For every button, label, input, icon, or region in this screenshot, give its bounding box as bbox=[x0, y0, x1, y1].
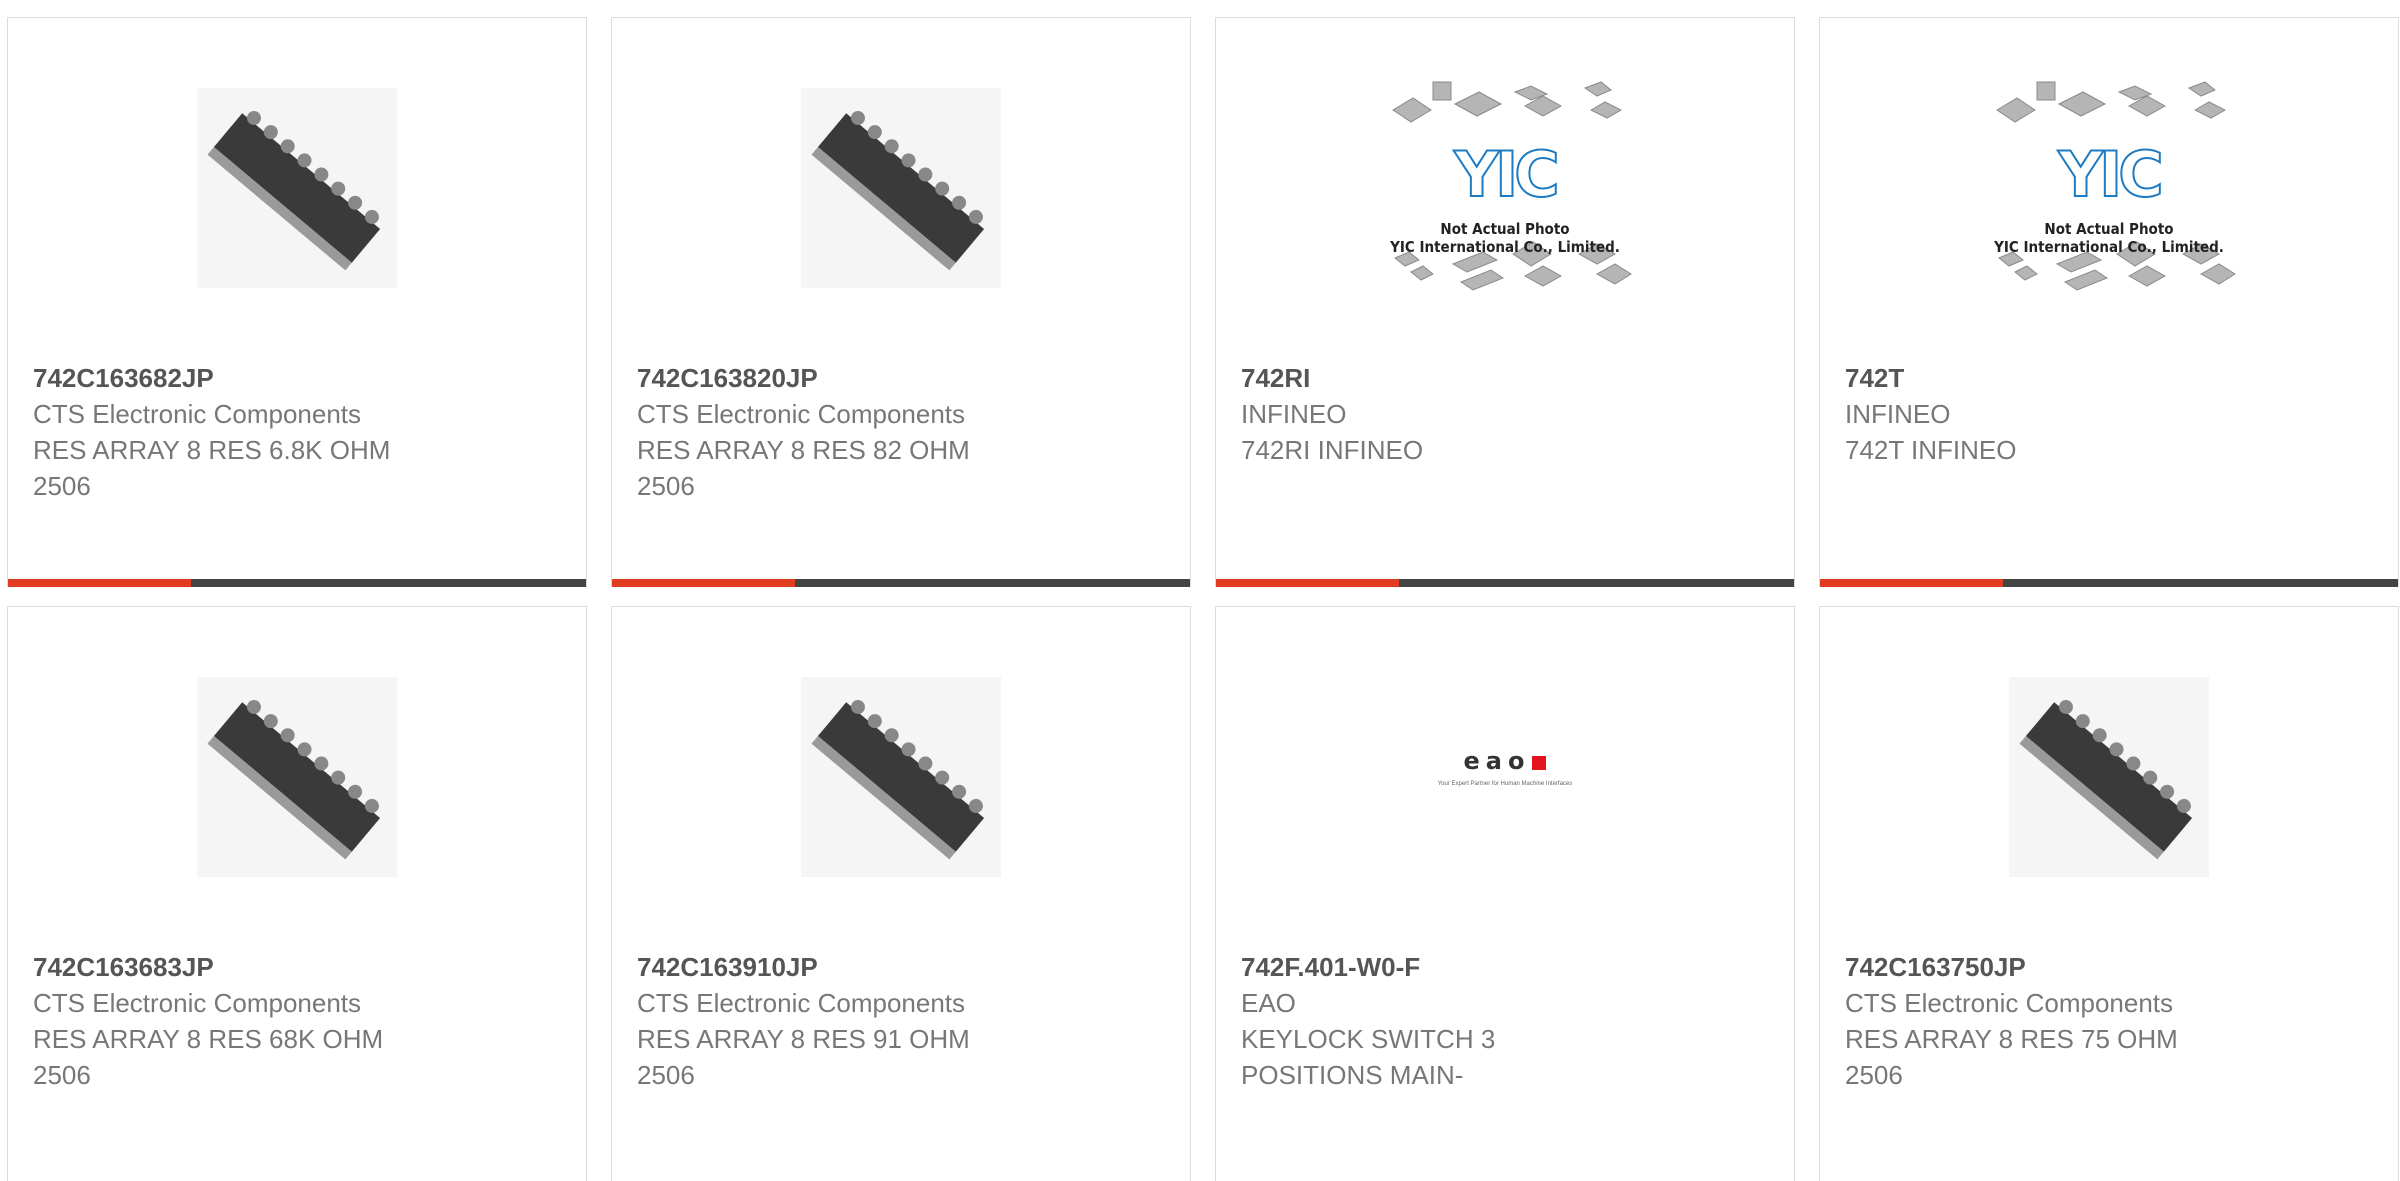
product-card[interactable]: 742C163682JP CTS Electronic Components R… bbox=[7, 17, 587, 587]
product-image[interactable] bbox=[1820, 607, 2398, 947]
card-bar bbox=[1216, 579, 1794, 587]
resistor-array-image bbox=[801, 88, 1001, 288]
product-image[interactable] bbox=[8, 607, 586, 947]
manufacturer: EAO bbox=[1241, 988, 1296, 1018]
part-number[interactable]: 742C163910JP bbox=[637, 949, 1165, 985]
product-image[interactable]: eao Your Expert Partner for Human Machin… bbox=[1216, 607, 1794, 947]
product-image[interactable]: YIC Not Actual Photo YIC International C… bbox=[1820, 18, 2398, 358]
card-bar bbox=[1820, 579, 2398, 587]
description-2: 2506 bbox=[637, 1060, 695, 1090]
card-bar-accent bbox=[1820, 579, 2003, 587]
product-card[interactable]: 742C163683JP CTS Electronic Components R… bbox=[7, 606, 587, 1181]
description: RES ARRAY 8 RES 75 OHM bbox=[1845, 1024, 2178, 1054]
description-2: 2506 bbox=[33, 1060, 91, 1090]
product-card[interactable]: 742C163820JP CTS Electronic Components R… bbox=[611, 17, 1191, 587]
card-bar-accent bbox=[1216, 579, 1399, 587]
product-card[interactable]: eao Your Expert Partner for Human Machin… bbox=[1215, 606, 1795, 1181]
yic-logo: YIC bbox=[2057, 137, 2164, 212]
yic-placeholder-image: YIC Not Actual Photo YIC International C… bbox=[1979, 68, 2239, 308]
yic-placeholder-image: YIC Not Actual Photo YIC International C… bbox=[1375, 68, 1635, 308]
manufacturer: CTS Electronic Components bbox=[637, 399, 966, 429]
description: RES ARRAY 8 RES 68K OHM bbox=[33, 1024, 384, 1054]
resistor-array-image bbox=[197, 88, 397, 288]
part-number[interactable]: 742C163682JP bbox=[33, 360, 561, 396]
manufacturer: CTS Electronic Components bbox=[637, 988, 966, 1018]
description: RES ARRAY 8 RES 91 OHM bbox=[637, 1024, 970, 1054]
product-image[interactable] bbox=[612, 18, 1190, 358]
product-card[interactable]: 742C163910JP CTS Electronic Components R… bbox=[611, 606, 1191, 1181]
description: 742T INFINEO bbox=[1845, 435, 2017, 465]
resistor-array-image bbox=[197, 677, 397, 877]
manufacturer: CTS Electronic Components bbox=[33, 988, 362, 1018]
resistor-array-image bbox=[801, 677, 1001, 877]
manufacturer: INFINEO bbox=[1241, 399, 1347, 429]
product-image[interactable] bbox=[8, 18, 586, 358]
product-image[interactable] bbox=[612, 607, 1190, 947]
product-card[interactable]: YIC Not Actual Photo YIC International C… bbox=[1819, 17, 2399, 587]
eao-logo: eao bbox=[1400, 747, 1610, 775]
product-card[interactable]: 742C163750JP CTS Electronic Components R… bbox=[1819, 606, 2399, 1181]
description-2: 2506 bbox=[1845, 1060, 1903, 1090]
description: RES ARRAY 8 RES 82 OHM bbox=[637, 435, 970, 465]
description: RES ARRAY 8 RES 6.8K OHM bbox=[33, 435, 391, 465]
part-number[interactable]: 742C163683JP bbox=[33, 949, 561, 985]
part-number[interactable]: 742T bbox=[1845, 360, 2373, 396]
part-number[interactable]: 742F.401-W0-F bbox=[1241, 949, 1769, 985]
card-bar-accent bbox=[612, 579, 795, 587]
manufacturer: CTS Electronic Components bbox=[1845, 988, 2174, 1018]
part-number[interactable]: 742RI bbox=[1241, 360, 1769, 396]
description: 742RI INFINEO bbox=[1241, 435, 1424, 465]
yic-logo: YIC bbox=[1453, 137, 1560, 212]
card-bar bbox=[612, 579, 1190, 587]
eao-logo-word: eao bbox=[1463, 747, 1531, 775]
resistor-array-image bbox=[2009, 677, 2209, 877]
placeholder-company: YIC International Co., Limited. bbox=[1994, 238, 2224, 256]
description: KEYLOCK SWITCH 3 bbox=[1241, 1024, 1496, 1054]
manufacturer: INFINEO bbox=[1845, 399, 1951, 429]
placeholder-company: YIC International Co., Limited. bbox=[1390, 238, 1620, 256]
description-2: 2506 bbox=[637, 471, 695, 501]
eao-tagline: Your Expert Partner for Human Machine In… bbox=[1437, 781, 1573, 787]
product-image[interactable]: YIC Not Actual Photo YIC International C… bbox=[1216, 18, 1794, 358]
card-bar bbox=[8, 579, 586, 587]
product-card[interactable]: YIC Not Actual Photo YIC International C… bbox=[1215, 17, 1795, 587]
manufacturer: CTS Electronic Components bbox=[33, 399, 362, 429]
eao-logo-image: eao Your Expert Partner for Human Machin… bbox=[1400, 747, 1610, 807]
part-number[interactable]: 742C163820JP bbox=[637, 360, 1165, 396]
part-number[interactable]: 742C163750JP bbox=[1845, 949, 2373, 985]
placeholder-note: Not Actual Photo bbox=[1440, 220, 1570, 238]
description-2: POSITIONS MAIN- bbox=[1241, 1060, 1464, 1090]
placeholder-note: Not Actual Photo bbox=[2044, 220, 2174, 238]
eao-logo-square bbox=[1532, 756, 1547, 770]
description-2: 2506 bbox=[33, 471, 91, 501]
card-bar-accent bbox=[8, 579, 191, 587]
